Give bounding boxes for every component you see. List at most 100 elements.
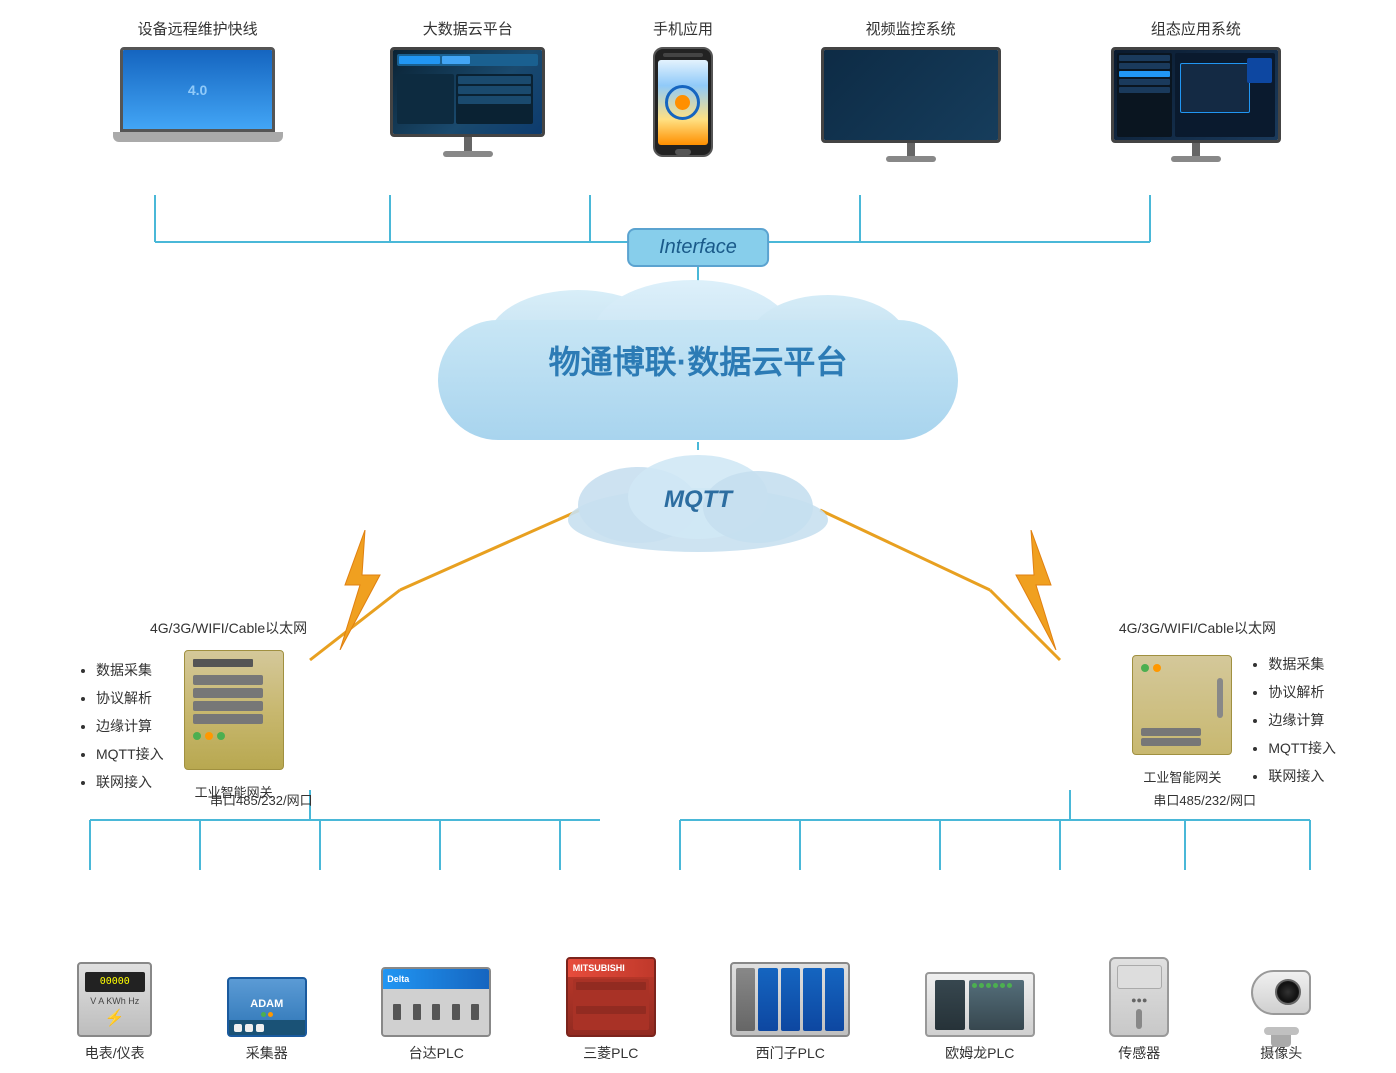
- collector-inner: ADAM: [250, 998, 283, 1017]
- device-plc-delta: Delta 台达PLC: [381, 967, 491, 1063]
- plc-d-port-2: [413, 1004, 421, 1020]
- omron-led-1: [972, 983, 977, 988]
- camera-illustration: [1244, 967, 1319, 1037]
- collector-ports: [229, 1020, 305, 1035]
- mqtt-label: MQTT: [664, 486, 732, 514]
- gateway-r-port-1: [1141, 728, 1201, 736]
- gateway-port-4: [193, 714, 263, 724]
- col-port-1: [234, 1024, 242, 1032]
- interface-label: Interface: [659, 236, 737, 258]
- device-collector: ADAM 采集器: [227, 977, 307, 1063]
- gateway-right-device: [1132, 655, 1232, 755]
- siemens-mod-2: [781, 968, 800, 1031]
- delta-brand: Delta: [387, 974, 409, 984]
- plc-d-port-1: [393, 1004, 401, 1020]
- gateway-r-leds: [1141, 664, 1161, 672]
- plc-delta-label: 台达PLC: [409, 1043, 464, 1063]
- gateway-section-right: 工业智能网关 数据采集 协议解析 边缘计算 MQTT接入 联网接入: [1132, 650, 1336, 790]
- gateway-section-left: 数据采集 协议解析 边缘计算 MQTT接入 联网接入: [80, 650, 284, 801]
- network-label-left: 4G/3G/WIFI/Cable以太网: [150, 618, 307, 638]
- interface-box: Interface: [627, 228, 769, 267]
- mits-row-2: [576, 1006, 646, 1014]
- sensor-probe: [1136, 1009, 1142, 1029]
- gateway-ports: [193, 675, 263, 724]
- device-sensor: ●●● 传感器: [1109, 957, 1169, 1063]
- bigdata-base: [443, 151, 493, 157]
- scada-monitor: [1108, 47, 1283, 162]
- plc-d-port-3: [432, 1004, 440, 1020]
- plc-mitsubishi-label: 三菱PLC: [583, 1043, 638, 1063]
- network-label-right: 4G/3G/WIFI/Cable以太网: [1119, 618, 1276, 638]
- meter-illustration: 00000 V A KWh Hz ⚡: [77, 962, 152, 1037]
- feature-left-2: 边缘计算: [96, 712, 164, 740]
- gateway-port-1: [193, 675, 263, 685]
- col-port-2: [245, 1024, 253, 1032]
- device-scada: 组态应用系统: [1108, 18, 1283, 162]
- led-r-1: [1141, 664, 1149, 672]
- gateway-right-group: 工业智能网关: [1132, 655, 1232, 786]
- gateway-port-2: [193, 688, 263, 698]
- phone-screen: [658, 60, 708, 145]
- omron-mod-2: [969, 980, 1024, 1030]
- meter-bolt: ⚡: [105, 1008, 125, 1028]
- gateway-left-group: 工业智能网关: [184, 650, 284, 801]
- mits-row-1: [576, 982, 646, 990]
- cloud-platform-text: 物通博联·数据云平台: [549, 337, 848, 383]
- phone-chart: [665, 85, 700, 120]
- device-bigdata: 大数据云平台: [388, 18, 548, 162]
- plc-delta-topbar: Delta: [383, 969, 489, 989]
- plc-siemens-label: 西门子PLC: [756, 1043, 825, 1063]
- bigdata-screen: [390, 47, 545, 137]
- mqtt-cloud: MQTT: [548, 445, 848, 555]
- top-devices-row: 设备远程维护快线 4.0 大数据云平台: [0, 0, 1396, 162]
- siemens-mod-4: [825, 968, 844, 1031]
- serial-label-right: 串口485/232/网口: [1153, 790, 1256, 809]
- lightning-left: [330, 530, 390, 650]
- lightning-left-svg: [330, 530, 390, 650]
- cloud-platform: 物通博联·数据云平台: [408, 280, 988, 440]
- feature-list-left: 数据采集 协议解析 边缘计算 MQTT接入 联网接入: [80, 656, 164, 796]
- laptop-base: [113, 132, 283, 142]
- omron-led-5: [1000, 983, 1005, 988]
- laptop-screen-inner: 4.0: [123, 50, 272, 129]
- cloud-shape: 物通博联·数据云平台: [408, 280, 988, 440]
- device-phone: 手机应用: [653, 18, 713, 157]
- sensor-reading: ●●●: [1131, 995, 1147, 1005]
- camera-lens: [1275, 979, 1301, 1005]
- omron-led-4: [993, 983, 998, 988]
- scada-inner: [1114, 50, 1278, 140]
- serial-label-left: 串口485/232/网口: [210, 790, 313, 809]
- feature-right-0: 数据采集: [1268, 650, 1336, 678]
- plc-omron-illustration: [925, 972, 1035, 1037]
- laptop-illustration: 4.0: [113, 47, 283, 152]
- plc-mitsubishi-illustration: MITSUBISHI: [566, 957, 656, 1037]
- device-video: 视频监控系统: [818, 18, 1003, 162]
- device-plc-mitsubishi: MITSUBISHI 三菱PLC: [566, 957, 656, 1063]
- phone-illustration: [653, 47, 713, 157]
- plc-delta-body: Delta: [383, 969, 489, 1035]
- sensor-display: [1117, 965, 1162, 989]
- mits-body: [573, 979, 649, 1030]
- collector-illustration: ADAM: [227, 977, 307, 1037]
- phone-label: 手机应用: [653, 18, 713, 39]
- sensor-illustration: ●●●: [1109, 957, 1169, 1037]
- siemens-mod-3: [803, 968, 822, 1031]
- video-label: 视频监控系统: [866, 18, 956, 39]
- led-r-2: [1153, 664, 1161, 672]
- camera-base: [1264, 1027, 1299, 1035]
- omron-led-3: [986, 983, 991, 988]
- scada-screen: [1111, 47, 1281, 143]
- gateway-r-port-2: [1141, 738, 1201, 746]
- plc-d-port-5: [471, 1004, 479, 1020]
- collector-label: 采集器: [246, 1043, 288, 1063]
- feature-right-1: 协议解析: [1268, 678, 1336, 706]
- gateway-leds: [193, 732, 225, 740]
- meter-display: 00000: [85, 972, 145, 992]
- siemens-mod-1: [758, 968, 777, 1031]
- scada-label: 组态应用系统: [1151, 18, 1241, 39]
- c-led-1: [261, 1012, 266, 1017]
- laptop-label: 设备远程维护快线: [138, 18, 258, 39]
- bigdata-monitor: [388, 47, 548, 162]
- video-inner: [824, 50, 998, 140]
- phone-speaker: [663, 53, 703, 57]
